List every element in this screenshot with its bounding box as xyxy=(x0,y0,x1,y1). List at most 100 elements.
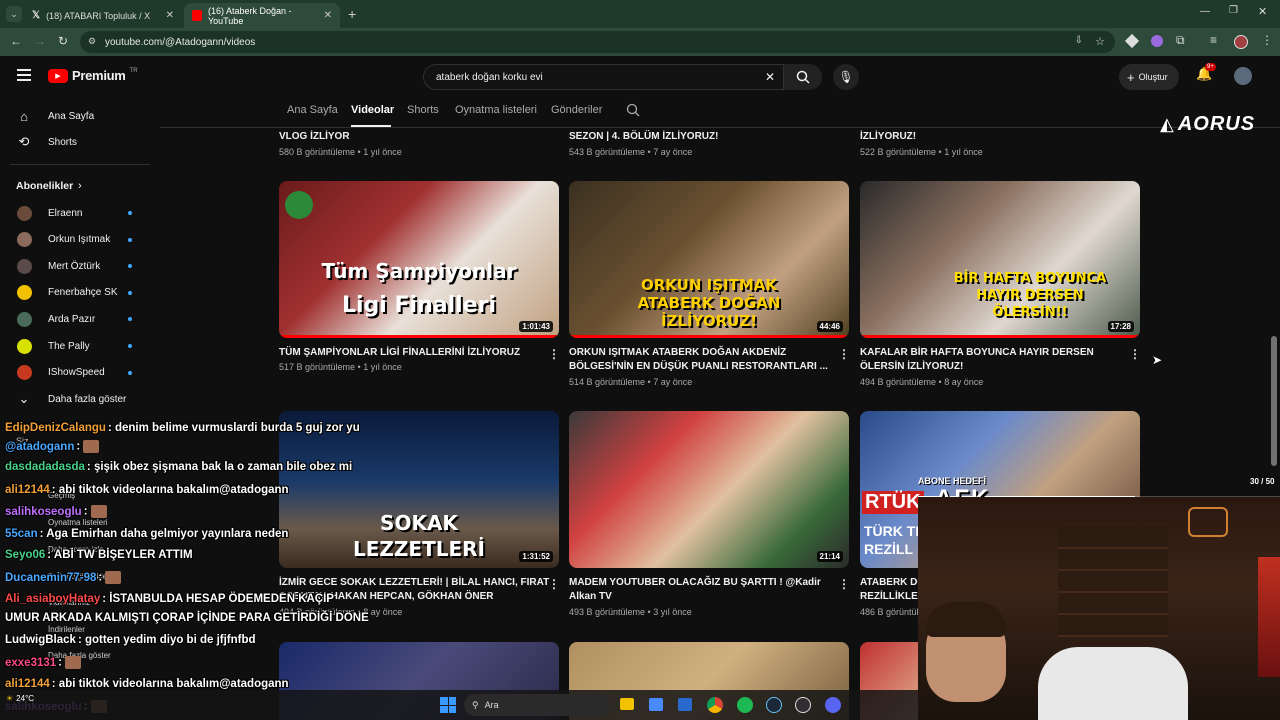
video-title[interactable]: ÖLERSİN İZLİYORUZ! xyxy=(860,360,963,374)
extensions-puzzle-icon[interactable]: ⧉ xyxy=(1176,33,1185,48)
more-options-icon[interactable]: ⋮ xyxy=(1129,347,1141,361)
account-avatar[interactable] xyxy=(1234,67,1252,85)
more-options-icon[interactable]: ⋮ xyxy=(548,347,560,361)
sidebar-subscription-item[interactable]: Elraenn xyxy=(0,200,150,226)
taskbar-search[interactable]: ⚲ Ara xyxy=(464,694,610,716)
video-thumbnail[interactable]: 21:14 xyxy=(569,411,849,568)
video-thumbnail[interactable]: BİR HAFTA BOYUNCA HAYIR DERSEN ÖLERSİN!!… xyxy=(860,181,1140,338)
bookmark-star-icon[interactable]: ☆ xyxy=(1095,35,1105,48)
outlook-icon[interactable] xyxy=(678,698,692,711)
new-tab-button[interactable]: + xyxy=(348,6,356,22)
chat-username: @atadogann xyxy=(5,440,75,453)
sidebar-subscription-item[interactable]: Orkun Işıtmak xyxy=(0,227,150,253)
extension-icon[interactable] xyxy=(1124,33,1140,49)
chat-text: şişik obez şişmana bak la o zaman bile o… xyxy=(93,461,353,473)
tab-posts[interactable]: Gönderiler xyxy=(551,104,602,116)
chat-message: dasdadadasda: şişik obez şişmana bak la … xyxy=(5,461,352,473)
browser-tab-bar: ⌄ 𝕏 (18) ATABARI Topluluk / X ✕ (16) Ata… xyxy=(0,0,1280,28)
chat-message: exxe3131: xyxy=(5,656,82,669)
search-input[interactable]: ataberk doğan korku evi ✕ xyxy=(423,64,784,90)
minimize-button[interactable]: — xyxy=(1200,6,1210,17)
close-window-button[interactable]: ✕ xyxy=(1258,5,1267,18)
chrome-icon[interactable] xyxy=(707,697,723,713)
chat-message: LudwigBlack: gotten yedim diyo bi de jfj… xyxy=(5,634,256,646)
sidebar-show-more[interactable]: ⌄ Daha fazla göster xyxy=(0,386,150,412)
browser-menu-icon[interactable]: ⋮ xyxy=(1261,33,1273,47)
video-title[interactable]: BÖLGESİ'NİN EN DÜŞÜK PUANLI RESTORANTLAR… xyxy=(569,360,828,374)
chat-separator: : xyxy=(58,656,66,669)
tab-shorts[interactable]: Shorts xyxy=(407,104,439,116)
create-button[interactable]: + Oluştur xyxy=(1119,64,1179,90)
chat-username: Ali_asiaboyHatay xyxy=(5,593,101,605)
video-title[interactable]: SEZON | 4. BÖLÜM İZLİYORUZ! xyxy=(569,130,718,144)
profile-avatar[interactable] xyxy=(1234,35,1248,49)
close-icon[interactable]: ✕ xyxy=(324,10,332,21)
sidebar-item-home[interactable]: ⌂ Ana Sayfa xyxy=(0,103,150,129)
sidebar-item-label: Ana Sayfa xyxy=(48,110,95,122)
watch-progress xyxy=(860,335,1140,338)
sidebar-subscription-item[interactable]: IShowSpeed xyxy=(0,360,150,386)
voice-search-button[interactable]: 🎙 xyxy=(833,64,859,90)
video-title[interactable]: VLOG İZLİYOR xyxy=(279,130,350,144)
video-title[interactable]: MADEM YOUTUBER OLACAĞIZ BU ŞARTTI ! @Kad… xyxy=(569,576,821,590)
weather-widget[interactable]: ☀ 24°C xyxy=(6,694,34,703)
sidebar-subscription-item[interactable]: The Pally xyxy=(0,333,150,359)
install-app-icon[interactable]: ⇩ xyxy=(1075,35,1083,46)
more-options-icon[interactable]: ⋮ xyxy=(548,577,560,591)
clear-search-icon[interactable]: ✕ xyxy=(765,70,775,84)
video-title[interactable]: REZİLLİKLER xyxy=(860,590,925,604)
video-thumbnail[interactable]: Tüm Şampiyonlar Ligi Finalleri 1:01:43 xyxy=(279,181,559,338)
steam-icon[interactable] xyxy=(766,697,782,713)
channel-search-icon[interactable] xyxy=(626,103,640,122)
new-content-dot xyxy=(128,370,132,375)
tab-x[interactable]: 𝕏 (18) ATABARI Topluluk / X ✕ xyxy=(24,3,182,28)
back-icon[interactable]: ← xyxy=(10,34,22,48)
tab-list-icon[interactable]: ⌄ xyxy=(6,6,22,22)
extension-purple-icon[interactable] xyxy=(1151,35,1163,47)
home-icon: ⌂ xyxy=(20,108,28,124)
sidebar-subscription-item[interactable]: Mert Öztürk xyxy=(0,253,150,279)
sidebar-subscription-item[interactable]: Fenerbahçe SK xyxy=(0,280,150,306)
notifications-button[interactable]: 🔔 9+ xyxy=(1196,63,1216,82)
video-thumbnail[interactable]: ORKUN IŞITMAK ATABERK DOĞAN İZLİYORUZ! 4… xyxy=(569,181,849,338)
tab-videos[interactable]: Videolar xyxy=(351,104,394,116)
obs-icon[interactable] xyxy=(795,697,811,713)
stream-chat-overlay: EdipDenizCalangu: denim belime vurmuslar… xyxy=(0,420,369,720)
spotify-icon[interactable] xyxy=(737,697,753,713)
discord-icon[interactable] xyxy=(825,697,841,713)
video-title[interactable]: TÜM ŞAMPİYONLAR LİGİ FİNALLERİNİ İZLİYOR… xyxy=(279,346,520,360)
reload-icon[interactable]: ↻ xyxy=(58,34,68,48)
store-icon[interactable] xyxy=(649,698,663,711)
sidebar-item-shorts[interactable]: ⟲ Shorts xyxy=(0,129,150,155)
video-title[interactable]: ATABERK DO xyxy=(860,576,925,590)
media-control-icon[interactable]: ≡ xyxy=(1210,33,1217,47)
video-title[interactable]: ORKUN IŞITMAK ATABERK DOĞAN AKDENİZ xyxy=(569,346,786,360)
forward-icon[interactable]: → xyxy=(34,34,46,48)
search-button[interactable] xyxy=(784,64,822,90)
search-icon xyxy=(796,70,810,84)
aorus-logo: ◭ AORUS xyxy=(1160,113,1255,136)
scrollbar-thumb[interactable] xyxy=(1271,336,1277,466)
close-icon[interactable]: ✕ xyxy=(166,10,174,21)
subscriptions-title: Abonelikler xyxy=(16,180,74,192)
more-options-icon[interactable]: ⋮ xyxy=(838,347,850,361)
sidebar-item-label: Shorts xyxy=(48,136,77,148)
video-title[interactable]: KAFALAR BİR HAFTA BOYUNCA HAYIR DERSEN xyxy=(860,346,1094,360)
address-bar[interactable]: ⚙ youtube.com/@Atadogann/videos ☆ ⇩ xyxy=(80,31,1115,53)
chat-text: Aga Emirhan daha gelmiyor yayınlara nede… xyxy=(46,528,289,540)
site-info-icon[interactable]: ⚙ xyxy=(88,36,96,47)
video-title[interactable]: İZLİYORUZ! xyxy=(860,130,916,144)
tab-playlists[interactable]: Oynatma listeleri xyxy=(455,104,537,116)
tab-youtube[interactable]: (16) Ataberk Doğan - YouTube ✕ xyxy=(184,3,340,28)
video-title[interactable]: Alkan TV xyxy=(569,590,612,604)
chevron-right-icon: › xyxy=(78,180,82,192)
video-duration: 17:28 xyxy=(1107,321,1134,332)
sidebar-subscriptions-header[interactable]: Abonelikler › xyxy=(0,173,150,199)
start-button[interactable] xyxy=(440,697,456,713)
restore-button[interactable]: ❐ xyxy=(1229,5,1238,16)
channel-avatar xyxy=(17,285,32,301)
file-explorer-icon[interactable] xyxy=(620,698,634,710)
tab-home[interactable]: Ana Sayfa xyxy=(287,104,338,116)
sidebar-subscription-item[interactable]: Arda Pazır xyxy=(0,306,150,332)
more-options-icon[interactable]: ⋮ xyxy=(838,577,850,591)
